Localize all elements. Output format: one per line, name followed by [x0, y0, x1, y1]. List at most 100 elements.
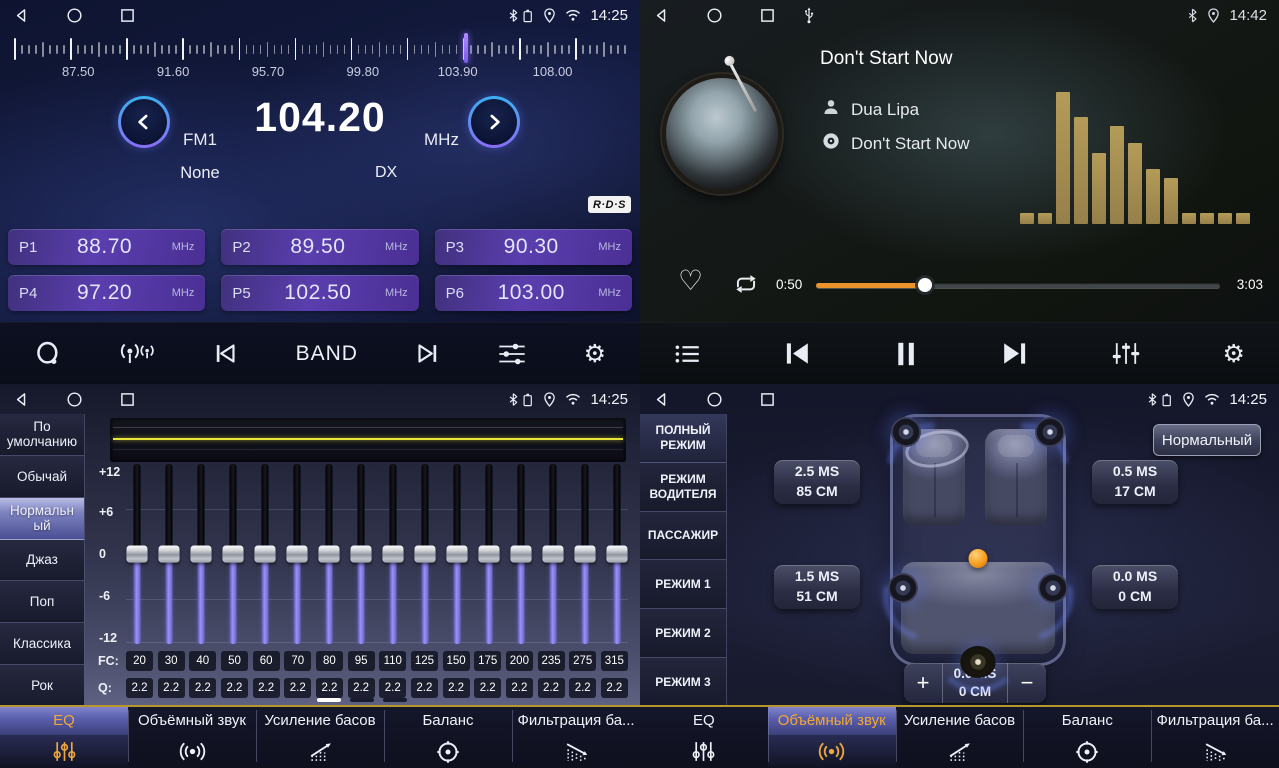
- front-left-delay[interactable]: 2.5 MS 85 CM: [774, 460, 860, 504]
- fc-value[interactable]: 150: [443, 651, 470, 671]
- band-button[interactable]: BAND: [296, 342, 358, 366]
- preset-button-p1[interactable]: P1 88.70 MHz: [8, 229, 205, 265]
- previous-track-button[interactable]: [782, 340, 812, 367]
- eq-band-slider[interactable]: [607, 464, 628, 644]
- q-value[interactable]: 2.2: [126, 678, 153, 698]
- broadcast-button[interactable]: [118, 340, 156, 367]
- tune-up-button[interactable]: [468, 96, 520, 148]
- fc-value[interactable]: 60: [253, 651, 280, 671]
- nav-back-icon[interactable]: [652, 390, 671, 409]
- eq-band-slider[interactable]: [126, 464, 147, 644]
- profile-button[interactable]: Нормальный: [1153, 424, 1261, 456]
- eq-band-slider[interactable]: [190, 464, 211, 644]
- playlist-button[interactable]: [674, 343, 701, 365]
- q-value[interactable]: 2.2: [284, 678, 311, 698]
- q-value[interactable]: 2.2: [506, 678, 533, 698]
- eq-band-slider[interactable]: [254, 464, 275, 644]
- fc-value[interactable]: 20: [126, 651, 153, 671]
- tab-surround-sound[interactable]: Объёмный звук: [128, 707, 256, 768]
- settings-gear-icon[interactable]: ⚙: [1223, 341, 1245, 366]
- eq-preset-classic[interactable]: Классика: [0, 623, 84, 665]
- eq-band-slider[interactable]: [575, 464, 596, 644]
- fc-value[interactable]: 30: [158, 651, 185, 671]
- tab-bass-boost[interactable]: Усиление басов: [256, 707, 384, 768]
- fc-value[interactable]: 125: [411, 651, 438, 671]
- q-value[interactable]: 2.2: [538, 678, 565, 698]
- frequency-dial[interactable]: [14, 36, 626, 62]
- repeat-icon[interactable]: [732, 273, 760, 300]
- mode-full[interactable]: ПОЛНЫЙ РЕЖИМ: [640, 414, 726, 463]
- tab-filter[interactable]: Фильтрация ба...: [1151, 707, 1279, 768]
- eq-band-slider[interactable]: [415, 464, 436, 644]
- q-value[interactable]: 2.2: [474, 678, 501, 698]
- fc-value[interactable]: 200: [506, 651, 533, 671]
- fc-value[interactable]: 40: [189, 651, 216, 671]
- rear-right-delay[interactable]: 0.0 MS 0 CM: [1092, 565, 1178, 609]
- fc-value[interactable]: 175: [474, 651, 501, 671]
- settings-gear-icon[interactable]: ⚙: [584, 341, 606, 366]
- mode-3[interactable]: РЕЖИМ 3: [640, 658, 726, 707]
- q-value[interactable]: 2.2: [569, 678, 596, 698]
- tab-surround-sound[interactable]: Объёмный звук: [768, 707, 896, 768]
- q-value[interactable]: 2.2: [601, 678, 628, 698]
- eq-band-slider[interactable]: [222, 464, 243, 644]
- equalizer-button[interactable]: [1111, 340, 1141, 367]
- fc-value[interactable]: 235: [538, 651, 565, 671]
- eq-band-slider[interactable]: [158, 464, 179, 644]
- nav-home-icon[interactable]: [705, 390, 724, 409]
- eq-band-slider[interactable]: [318, 464, 339, 644]
- mode-driver[interactable]: РЕЖИМ ВОДИТЕЛЯ: [640, 463, 726, 512]
- pause-button[interactable]: [893, 340, 919, 368]
- tab-eq[interactable]: EQ: [640, 707, 768, 768]
- q-value[interactable]: 2.2: [158, 678, 185, 698]
- nav-recents-icon[interactable]: [758, 6, 777, 25]
- fc-value[interactable]: 95: [348, 651, 375, 671]
- fc-value[interactable]: 275: [569, 651, 596, 671]
- tab-bass-boost[interactable]: Усиление басов: [896, 707, 1024, 768]
- eq-band-slider[interactable]: [511, 464, 532, 644]
- tune-down-button[interactable]: [118, 96, 170, 148]
- next-track-button[interactable]: [1000, 340, 1030, 367]
- eq-band-slider[interactable]: [383, 464, 404, 644]
- fc-value[interactable]: 110: [379, 651, 406, 671]
- seek-bar-thumb[interactable]: [918, 278, 932, 292]
- favorite-heart-icon[interactable]: ♡: [678, 264, 703, 297]
- eq-preset-normal[interactable]: Нормальный: [0, 498, 84, 540]
- eq-band-slider[interactable]: [350, 464, 371, 644]
- q-value[interactable]: 2.2: [379, 678, 406, 698]
- tab-filter[interactable]: Фильтрация ба...: [512, 707, 640, 768]
- scan-button[interactable]: [34, 341, 62, 367]
- eq-preset-default[interactable]: По умолчанию: [0, 414, 84, 456]
- nav-back-icon[interactable]: [12, 390, 31, 409]
- eq-band-slider[interactable]: [543, 464, 564, 644]
- nav-back-icon[interactable]: [652, 6, 671, 25]
- mode-passenger[interactable]: ПАССАЖИР: [640, 512, 726, 561]
- eq-preset-rock[interactable]: Рок: [0, 665, 84, 707]
- q-value[interactable]: 2.2: [443, 678, 470, 698]
- previous-station-button[interactable]: [212, 341, 239, 366]
- next-station-button[interactable]: [414, 341, 441, 366]
- eq-band-slider[interactable]: [447, 464, 468, 644]
- increase-delay-button[interactable]: +: [904, 663, 942, 703]
- fc-value[interactable]: 70: [284, 651, 311, 671]
- nav-back-icon[interactable]: [12, 6, 31, 25]
- tab-eq[interactable]: EQ: [0, 707, 128, 768]
- nav-home-icon[interactable]: [65, 6, 84, 25]
- q-value[interactable]: 2.2: [411, 678, 438, 698]
- fc-value[interactable]: 50: [221, 651, 248, 671]
- q-value[interactable]: 2.2: [253, 678, 280, 698]
- eq-preset-custom[interactable]: Обычай: [0, 456, 84, 498]
- listening-position-marker[interactable]: [969, 549, 988, 568]
- preset-button-p5[interactable]: P5 102.50 MHz: [221, 275, 418, 311]
- q-value[interactable]: 2.2: [189, 678, 216, 698]
- seek-bar[interactable]: [816, 283, 1220, 288]
- front-right-delay[interactable]: 0.5 MS 17 CM: [1092, 460, 1178, 504]
- nav-home-icon[interactable]: [65, 390, 84, 409]
- nav-recents-icon[interactable]: [758, 390, 777, 409]
- nav-home-icon[interactable]: [705, 6, 724, 25]
- fc-value[interactable]: 80: [316, 651, 343, 671]
- tab-balance[interactable]: Баланс: [1023, 707, 1151, 768]
- eq-preset-jazz[interactable]: Джаз: [0, 540, 84, 582]
- nav-recents-icon[interactable]: [118, 390, 137, 409]
- eq-band-slider[interactable]: [479, 464, 500, 644]
